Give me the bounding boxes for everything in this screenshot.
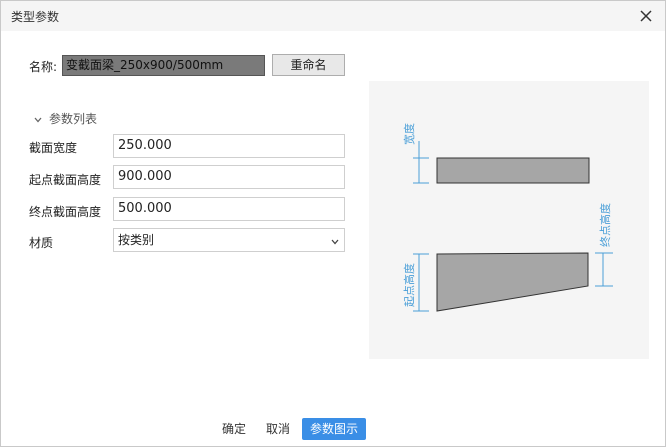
width-dimension-label: 宽度 [402, 123, 416, 145]
cancel-button[interactable]: 取消 [261, 418, 295, 440]
material-select[interactable]: 按类别 [113, 228, 345, 252]
parameter-preview: 宽度 起点高度 终点高度 [369, 81, 649, 359]
dropdown-arrow-icon [330, 235, 340, 245]
type-parameters-dialog: 类型参数 名称: 变截面梁_250x900/500mm 重命名 参数列表 截面宽… [0, 0, 666, 447]
beam-elevation-shape [436, 252, 589, 312]
end-height-field[interactable]: 500.000 [113, 197, 345, 221]
ok-button[interactable]: 确定 [217, 418, 251, 440]
section-width-label: 截面宽度 [29, 141, 78, 155]
section-width-field[interactable]: 250.000 [113, 134, 345, 158]
name-label: 名称: [29, 60, 58, 74]
beam-section-rect [436, 157, 590, 184]
end-height-label: 终点截面高度 [29, 205, 102, 219]
rename-button[interactable]: 重命名 [272, 54, 345, 76]
start-height-dimension-label: 起点高度 [402, 263, 416, 307]
end-height-dimension-label: 终点高度 [598, 203, 612, 247]
param-list-label: 参数列表 [49, 112, 98, 126]
param-list-toggle[interactable]: 参数列表 [33, 110, 97, 127]
parameter-diagram-button[interactable]: 参数图示 [302, 418, 366, 440]
material-label: 材质 [29, 236, 54, 250]
chevron-down-icon [33, 114, 43, 124]
close-icon[interactable] [637, 7, 655, 25]
window-title: 类型参数 [11, 10, 60, 24]
start-height-label: 起点截面高度 [29, 173, 102, 187]
start-height-field[interactable]: 900.000 [113, 165, 345, 189]
name-field[interactable]: 变截面梁_250x900/500mm [62, 55, 265, 76]
title-bar: 类型参数 [1, 1, 665, 31]
beam-diagram: 宽度 起点高度 终点高度 [402, 123, 613, 312]
material-value: 按类别 [118, 233, 155, 247]
